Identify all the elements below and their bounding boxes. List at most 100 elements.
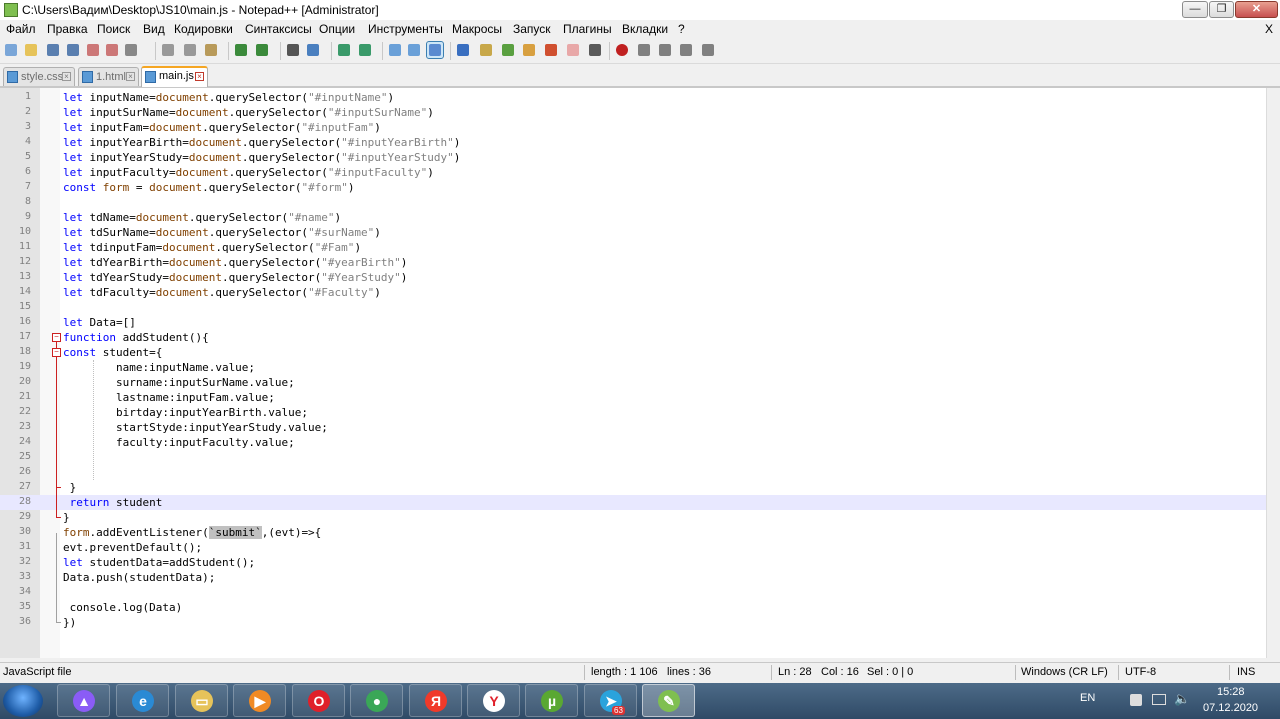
line-text[interactable]: let inputYearBirth=document.querySelecto… bbox=[63, 136, 460, 149]
tab-close-icon[interactable]: × bbox=[195, 72, 204, 81]
play-macro-icon[interactable] bbox=[657, 42, 673, 58]
line-text[interactable]: let tdName=document.querySelector("#name… bbox=[63, 211, 341, 224]
fold-toggle-icon[interactable]: − bbox=[52, 333, 61, 342]
code-line[interactable]: 34 bbox=[0, 585, 1266, 600]
zoom-out-icon[interactable] bbox=[357, 42, 373, 58]
menu-file[interactable]: Файл bbox=[6, 22, 36, 36]
code-line[interactable]: 10 let tdSurName=document.querySelector("… bbox=[0, 225, 1266, 240]
line-text[interactable]: }) bbox=[63, 616, 76, 629]
line-text[interactable]: let tdinputFam=document.querySelector("#… bbox=[63, 241, 361, 254]
taskbar-app[interactable]: ● bbox=[350, 684, 403, 717]
menu-help[interactable]: ? bbox=[678, 22, 685, 36]
line-text[interactable]: let inputYearStudy=document.querySelecto… bbox=[63, 151, 460, 164]
line-text[interactable]: lastname:inputFam.value; bbox=[63, 391, 275, 404]
code-line[interactable]: 30 form.addEventListener(`submit`,(evt)=>… bbox=[0, 525, 1266, 540]
line-text[interactable]: let tdYearStudy=document.querySelector("… bbox=[63, 271, 407, 284]
close-window-button[interactable]: ✕ bbox=[1235, 1, 1278, 18]
action-center-icon[interactable] bbox=[1130, 694, 1142, 706]
function-list-icon[interactable] bbox=[543, 42, 559, 58]
line-text[interactable]: Data.push(studentData); bbox=[63, 571, 215, 584]
redo-icon[interactable] bbox=[254, 42, 270, 58]
code-line[interactable]: 25 bbox=[0, 450, 1266, 465]
replace-icon[interactable] bbox=[305, 42, 321, 58]
line-text[interactable]: let inputFam=document.querySelector("#in… bbox=[63, 121, 381, 134]
code-editor[interactable]: 1 let inputName=document.querySelector("#… bbox=[0, 88, 1266, 658]
monitoring-icon[interactable] bbox=[587, 42, 603, 58]
code-line[interactable]: 9 let tdName=document.querySelector("#nam… bbox=[0, 210, 1266, 225]
code-line[interactable]: 20 surname:inputSurName.value; bbox=[0, 375, 1266, 390]
paste-icon[interactable] bbox=[203, 42, 219, 58]
menu-tools[interactable]: Инструменты bbox=[368, 22, 443, 36]
open-file-icon[interactable] bbox=[23, 42, 39, 58]
start-button[interactable] bbox=[3, 685, 43, 717]
copy-icon[interactable] bbox=[182, 42, 198, 58]
cut-icon[interactable] bbox=[160, 42, 176, 58]
code-line[interactable]: 29} bbox=[0, 510, 1266, 525]
taskbar-app[interactable]: ✎ bbox=[642, 684, 695, 717]
close-all-icon[interactable] bbox=[104, 42, 120, 58]
taskbar-app[interactable]: Y bbox=[467, 684, 520, 717]
code-line[interactable]: 19 name:inputName.value; bbox=[0, 360, 1266, 375]
line-text[interactable]: function addStudent(){ bbox=[63, 331, 209, 344]
line-text[interactable]: console.log(Data) bbox=[63, 601, 183, 614]
new-file-icon[interactable] bbox=[3, 42, 19, 58]
language-indicator[interactable]: EN bbox=[1080, 692, 1095, 704]
menu-language[interactable]: Синтаксисы bbox=[245, 22, 312, 36]
taskbar-app[interactable]: ▲ bbox=[57, 684, 110, 717]
taskbar-app[interactable]: ▭ bbox=[175, 684, 228, 717]
line-text[interactable]: faculty:inputFaculty.value; bbox=[63, 436, 295, 449]
menu-macro[interactable]: Макросы bbox=[452, 22, 502, 36]
menu-view[interactable]: Вид bbox=[143, 22, 165, 36]
indent-guide-icon[interactable] bbox=[478, 42, 494, 58]
menu-search[interactable]: Поиск bbox=[97, 22, 130, 36]
show-all-chars-icon[interactable] bbox=[455, 42, 471, 58]
taskbar-app[interactable]: µ bbox=[525, 684, 578, 717]
menu-run[interactable]: Запуск bbox=[513, 22, 551, 36]
code-line[interactable]: 11 let tdinputFam=document.querySelector(… bbox=[0, 240, 1266, 255]
maximize-button[interactable]: ❐ bbox=[1209, 1, 1234, 18]
taskbar-app[interactable]: O bbox=[292, 684, 345, 717]
tab-close-icon[interactable]: × bbox=[126, 72, 135, 81]
code-line[interactable]: 16 let Data=[] bbox=[0, 315, 1266, 330]
code-line[interactable]: 6 let inputFaculty=document.querySelector… bbox=[0, 165, 1266, 180]
code-line[interactable]: 1 let inputName=document.querySelector("#… bbox=[0, 90, 1266, 105]
line-text[interactable]: let Data=[] bbox=[63, 316, 136, 329]
code-line[interactable]: 14 let tdFaculty=document.querySelector("… bbox=[0, 285, 1266, 300]
line-text[interactable]: let tdYearBirth=document.querySelector("… bbox=[63, 256, 407, 269]
code-line[interactable]: 26 bbox=[0, 465, 1266, 480]
line-text[interactable]: let inputFaculty=document.querySelector(… bbox=[63, 166, 434, 179]
close-document-button[interactable]: X bbox=[1265, 22, 1273, 36]
print-icon[interactable] bbox=[123, 42, 139, 58]
code-line[interactable]: 31 evt.preventDefault(); bbox=[0, 540, 1266, 555]
line-text[interactable]: let tdSurName=document.querySelector("#s… bbox=[63, 226, 381, 239]
sync-vertical-icon[interactable] bbox=[387, 42, 403, 58]
fold-toggle-icon[interactable]: − bbox=[52, 348, 61, 357]
network-icon[interactable] bbox=[1152, 694, 1166, 705]
word-wrap-icon[interactable] bbox=[426, 41, 444, 59]
code-line[interactable]: 32 let studentData=addStudent(); bbox=[0, 555, 1266, 570]
tab-main-js[interactable]: main.js × bbox=[141, 66, 208, 87]
tab-1-html[interactable]: 1.html × bbox=[78, 67, 139, 86]
run-macro-icon[interactable] bbox=[678, 42, 694, 58]
code-line[interactable]: 4 let inputYearBirth=document.querySelect… bbox=[0, 135, 1266, 150]
stop-macro-icon[interactable] bbox=[636, 42, 652, 58]
code-line[interactable]: 8 bbox=[0, 195, 1266, 210]
code-line[interactable]: 35 console.log(Data) bbox=[0, 600, 1266, 615]
line-text[interactable]: name:inputName.value; bbox=[63, 361, 255, 374]
clock-time[interactable]: 15:28 bbox=[1217, 686, 1245, 698]
taskbar-app[interactable]: ➤ bbox=[584, 684, 637, 717]
taskbar-app[interactable]: ▶ bbox=[233, 684, 286, 717]
line-text[interactable]: surname:inputSurName.value; bbox=[63, 376, 295, 389]
line-text[interactable]: let inputName=document.querySelector("#i… bbox=[63, 91, 394, 104]
undo-icon[interactable] bbox=[233, 42, 249, 58]
line-text[interactable]: form.addEventListener(`submit`,(evt)=>{ bbox=[63, 526, 321, 539]
code-line[interactable]: 23 startStyde:inputYearStudy.value; bbox=[0, 420, 1266, 435]
line-text[interactable]: let inputSurName=document.querySelector(… bbox=[63, 106, 434, 119]
minimize-button[interactable]: — bbox=[1182, 1, 1208, 18]
code-line[interactable]: 13 let tdYearStudy=document.querySelector… bbox=[0, 270, 1266, 285]
line-text[interactable]: } bbox=[63, 511, 70, 524]
code-line[interactable]: 24 faculty:inputFaculty.value; bbox=[0, 435, 1266, 450]
code-line[interactable]: 28 return student bbox=[0, 495, 1266, 510]
close-icon[interactable] bbox=[85, 42, 101, 58]
menu-plugins[interactable]: Плагины bbox=[563, 22, 612, 36]
